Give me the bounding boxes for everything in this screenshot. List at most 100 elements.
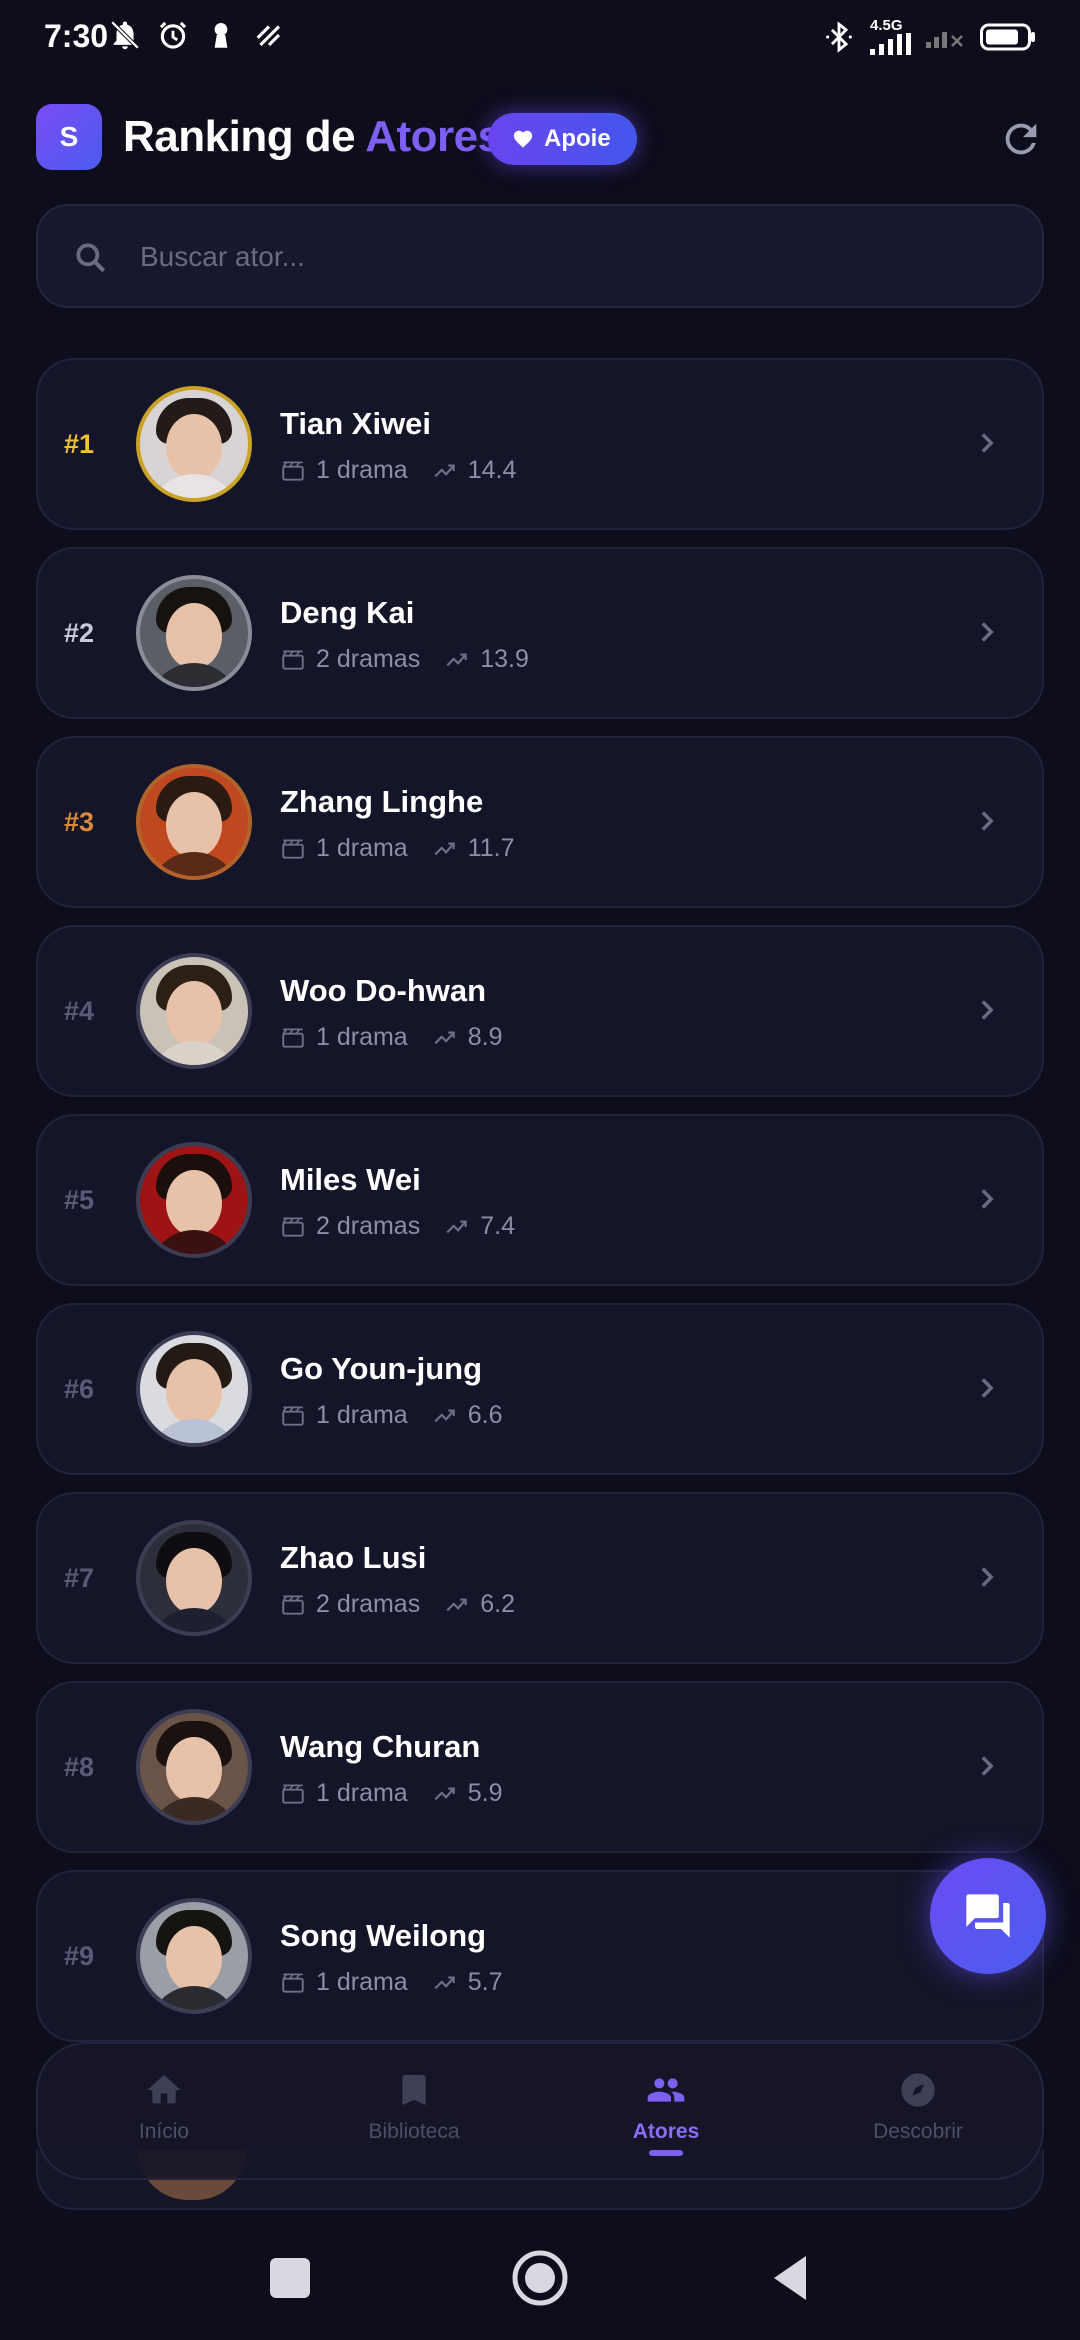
actor-rank: #1	[64, 429, 95, 459]
chat-icon	[966, 1894, 1010, 1938]
nav-item-inicio[interactable]: Início	[64, 2070, 264, 2144]
actor-card[interactable]: #4 Woo Do-hwan 1 drama 8.9	[36, 925, 1044, 1097]
trending-icon	[446, 653, 467, 666]
trending-icon	[434, 1787, 455, 1800]
clapperboard-icon	[282, 1594, 304, 1615]
actor-avatar	[136, 575, 252, 691]
bottom-nav: Início Biblioteca Atores Descobrir	[36, 2042, 1044, 2180]
actor-rank: #4	[64, 996, 95, 1026]
no-signal-icon	[926, 31, 963, 48]
actor-card[interactable]: #5 Miles Wei 2 dramas 7.4	[36, 1114, 1044, 1286]
bluetooth-icon	[826, 20, 852, 53]
nav-label: Início	[138, 2120, 190, 2143]
support-button[interactable]: Apoie	[488, 113, 637, 165]
actor-card[interactable]: #2 Deng Kai 2 dramas 13.9	[36, 547, 1044, 719]
page-title: Ranking de Atores	[123, 112, 502, 162]
actor-name: Song Weilong	[280, 1918, 487, 1953]
actor-avatar	[136, 953, 252, 1069]
search-input[interactable]	[140, 228, 1000, 286]
heart-icon	[513, 130, 533, 148]
chevron-right-icon	[981, 811, 994, 831]
support-button-label: Apoie	[544, 125, 611, 152]
actor-name: Zhao Lusi	[280, 1540, 427, 1575]
actor-meta: 1 drama 5.9	[280, 1779, 502, 1808]
back-button-icon[interactable]	[760, 2248, 820, 2308]
home-button-icon[interactable]	[510, 2248, 570, 2308]
recents-button-icon[interactable]	[260, 2248, 320, 2308]
trending-icon	[434, 1976, 455, 1989]
actor-drama-count: 1 drama	[316, 456, 408, 484]
actor-meta: 1 drama 11.7	[280, 834, 515, 863]
search-box[interactable]	[36, 204, 1044, 308]
actor-score: 8.9	[467, 1023, 503, 1051]
actor-avatar	[136, 1142, 252, 1258]
chevron-right-icon	[981, 433, 994, 453]
clapperboard-icon	[282, 1405, 304, 1426]
actor-card[interactable]: #8 Wang Churan 1 drama 5.9	[36, 1681, 1044, 1853]
nav-label: Atores	[632, 2120, 700, 2143]
actor-card[interactable]: #9 Song Weilong 1 drama 5.7	[36, 1870, 1044, 2042]
clapperboard-icon	[282, 1783, 304, 1804]
actor-rank: #2	[64, 618, 95, 648]
actor-meta: 2 dramas 13.9	[280, 645, 529, 674]
actor-drama-count: 2 dramas	[316, 1212, 421, 1240]
search-icon	[76, 243, 106, 273]
actor-name: Go Youn-jung	[280, 1351, 483, 1386]
actor-card[interactable]: #1 Tian Xiwei 1 drama 14.4	[36, 358, 1044, 530]
actor-avatar	[136, 386, 252, 502]
actor-score: 14.4	[467, 456, 517, 484]
signal-icon	[870, 33, 911, 55]
trending-icon	[434, 1409, 455, 1422]
actor-avatar	[136, 1709, 252, 1825]
clapperboard-icon	[282, 649, 304, 670]
nav-item-atores[interactable]: Atores	[566, 2070, 766, 2156]
status-bar: 7:30 4.5G	[0, 0, 1080, 76]
actor-score: 5.9	[467, 1779, 503, 1807]
actor-avatar	[136, 1331, 252, 1447]
system-navigation-bar	[0, 2210, 1080, 2340]
actors-ranking-screen: 7:30 4.5G S Ranking de Atores Apoie Busc…	[0, 0, 1080, 2340]
actor-meta: 1 drama 14.4	[280, 456, 516, 485]
actor-name: Miles Wei	[280, 1162, 421, 1197]
actor-card[interactable]: #6 Go Youn-jung 1 drama 6.6	[36, 1303, 1044, 1475]
chevron-right-icon	[981, 1756, 994, 1776]
home-icon	[147, 2075, 181, 2104]
trending-icon	[446, 1220, 467, 1233]
actor-rank: #7	[64, 1563, 95, 1593]
page-title-accent: Atores	[365, 112, 502, 161]
actor-score: 13.9	[480, 645, 529, 673]
people-icon	[647, 2078, 685, 2102]
chat-button[interactable]	[930, 1858, 1046, 1974]
actor-avatar	[136, 764, 252, 880]
signal-group: 4.5G	[870, 18, 912, 55]
actor-score: 7.4	[480, 1212, 515, 1240]
chevron-right-icon	[981, 1000, 994, 1020]
notifications-off-icon	[110, 20, 140, 50]
actor-meta: 1 drama 6.6	[280, 1401, 502, 1430]
actor-score: 6.6	[467, 1401, 503, 1429]
chevron-right-icon	[981, 1567, 994, 1587]
actor-name: Wang Churan	[280, 1729, 481, 1764]
actor-score: 5.7	[467, 1968, 503, 1996]
actor-score: 6.2	[480, 1590, 515, 1618]
compass-icon	[901, 2073, 935, 2107]
nav-item-biblioteca[interactable]: Biblioteca	[314, 2070, 514, 2144]
actor-drama-count: 2 dramas	[316, 645, 421, 673]
bookmark-icon	[402, 2075, 426, 2105]
actor-avatar	[136, 1898, 252, 2014]
actor-score: 11.7	[467, 834, 515, 862]
actor-drama-count: 1 drama	[316, 1023, 408, 1051]
actor-card[interactable]: #3 Zhang Linghe 1 drama 11.7	[36, 736, 1044, 908]
actor-meta: 1 drama 5.7	[280, 1968, 502, 1997]
actor-drama-count: 1 drama	[316, 1401, 408, 1429]
refresh-icon[interactable]	[998, 116, 1044, 162]
actor-name: Deng Kai	[280, 595, 415, 630]
header: S Ranking de Atores Apoie	[36, 104, 1044, 172]
actor-card[interactable]: #7 Zhao Lusi 2 dramas 6.2	[36, 1492, 1044, 1664]
app-logo[interactable]: S	[36, 104, 102, 170]
actor-name: Tian Xiwei	[280, 406, 432, 441]
actor-rank: #9	[64, 1941, 95, 1971]
actor-name: Woo Do-hwan	[280, 973, 487, 1008]
nav-item-descobrir[interactable]: Descobrir	[818, 2070, 1018, 2144]
nav-label: Biblioteca	[368, 2120, 460, 2143]
